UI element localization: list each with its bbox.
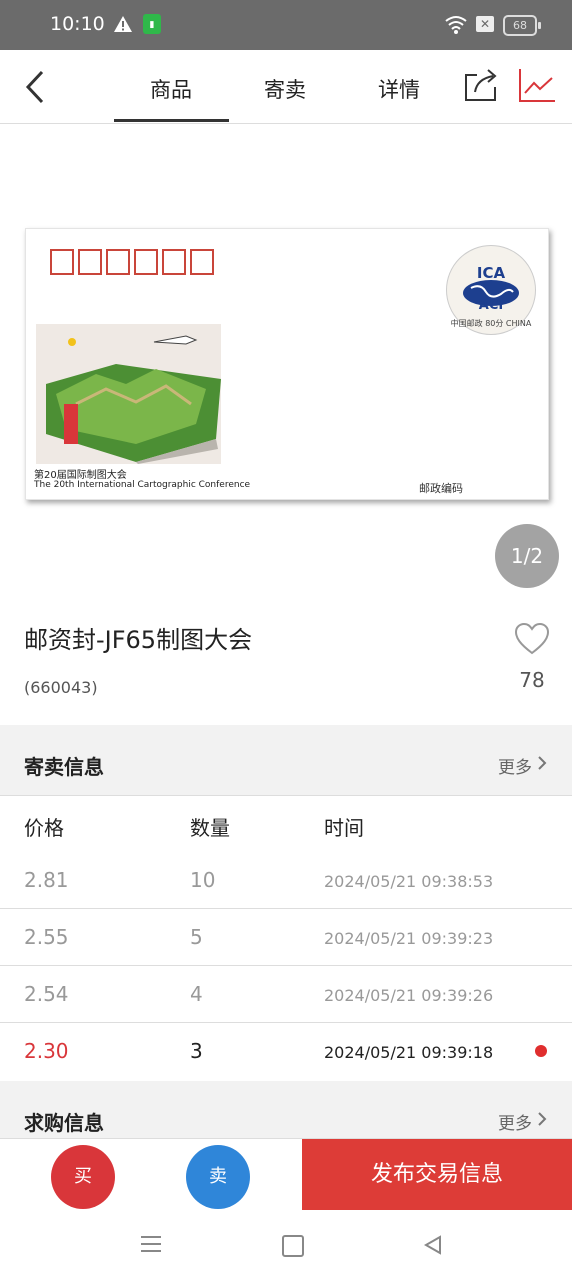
product-title: 邮资封-JF65制图大会 [24,626,253,654]
consignment-more-link[interactable]: 更多 [498,753,532,778]
row-quantity: 4 [190,982,203,1006]
app-notification-icon: ▮ [143,14,161,34]
row-time: 2024/05/21 09:38:53 [324,872,494,891]
menu-icon[interactable] [140,1234,162,1254]
chevron-right-icon[interactable] [536,754,548,772]
terrain-illustration [36,324,221,464]
table-row[interactable]: 2.81 10 2024/05/21 09:38:53 [0,852,572,909]
tab-product[interactable]: 商品 [114,74,228,104]
publish-trade-button[interactable]: 发布交易信息 [302,1139,572,1211]
back-arrow-icon[interactable] [20,68,50,106]
table-header: 价格 数量 时间 [0,795,572,853]
trend-chart-icon[interactable] [518,67,556,103]
postcode-boxes [50,249,214,275]
row-price: 2.54 [24,982,69,1006]
row-quantity: 5 [190,925,203,949]
favorite-count: 78 [519,668,545,692]
row-time: 2024/05/21 09:39:26 [324,986,494,1005]
table-row[interactable]: 2.55 5 2024/05/21 09:39:23 [0,909,572,966]
row-quantity: 3 [190,1039,203,1063]
stamp-seal: ICA ACI 中国邮政 80分 CHINA [446,245,536,335]
active-tab-indicator [114,119,229,122]
consignment-title: 寄卖信息 [24,755,104,779]
image-pager: 1/2 [495,524,559,588]
purchase-title: 求购信息 [24,1111,104,1135]
consignment-header: 寄卖信息 更多 [0,725,572,795]
row-time: 2024/05/21 09:39:23 [324,929,494,948]
envelope-caption-en: The 20th International Cartographic Conf… [34,480,251,490]
heart-icon[interactable] [514,622,550,656]
table-row-own[interactable]: 2.30 3 2024/05/21 09:39:18 [0,1023,572,1079]
row-price: 2.81 [24,868,69,892]
product-code: (660043) [24,678,98,697]
own-order-dot-icon [535,1045,547,1057]
top-nav: 商品 寄卖 详情 [0,50,572,124]
envelope-postcode-label: 邮政编码 [419,482,463,495]
tab-consignment[interactable]: 寄卖 [228,74,342,104]
col-time: 时间 [324,816,364,840]
buy-button[interactable]: 买 [51,1145,115,1209]
status-bar: 10:10 ▮ ✕ 68 [0,0,572,50]
warning-icon [114,16,132,32]
table-row[interactable]: 2.54 4 2024/05/21 09:39:26 [0,966,572,1023]
purchase-more-link[interactable]: 更多 [498,1109,532,1134]
row-price: 2.30 [24,1039,69,1063]
product-image[interactable]: ICA ACI 中国邮政 80分 CHINA 第20届国际制图大会 The 20… [25,228,549,500]
system-nav-bar [0,1210,572,1280]
back-triangle-icon[interactable] [422,1234,444,1256]
home-icon[interactable] [282,1235,304,1257]
battery-icon: 68 [503,15,541,36]
share-icon[interactable] [463,67,499,103]
envelope-caption-cn: 第20届国际制图大会 [34,470,127,481]
chevron-right-icon[interactable] [536,1110,548,1128]
sim-icon: ✕ [476,16,494,32]
status-time: 10:10 [50,13,105,35]
bottom-action-bar: 买 卖 发布交易信息 [0,1138,572,1211]
col-quantity: 数量 [190,816,230,840]
col-price: 价格 [24,816,64,840]
wifi-icon [445,16,467,34]
sell-button[interactable]: 卖 [186,1145,250,1209]
row-time: 2024/05/21 09:39:18 [324,1043,494,1062]
tab-details[interactable]: 详情 [342,74,456,104]
row-price: 2.55 [24,925,69,949]
row-quantity: 10 [190,868,216,892]
